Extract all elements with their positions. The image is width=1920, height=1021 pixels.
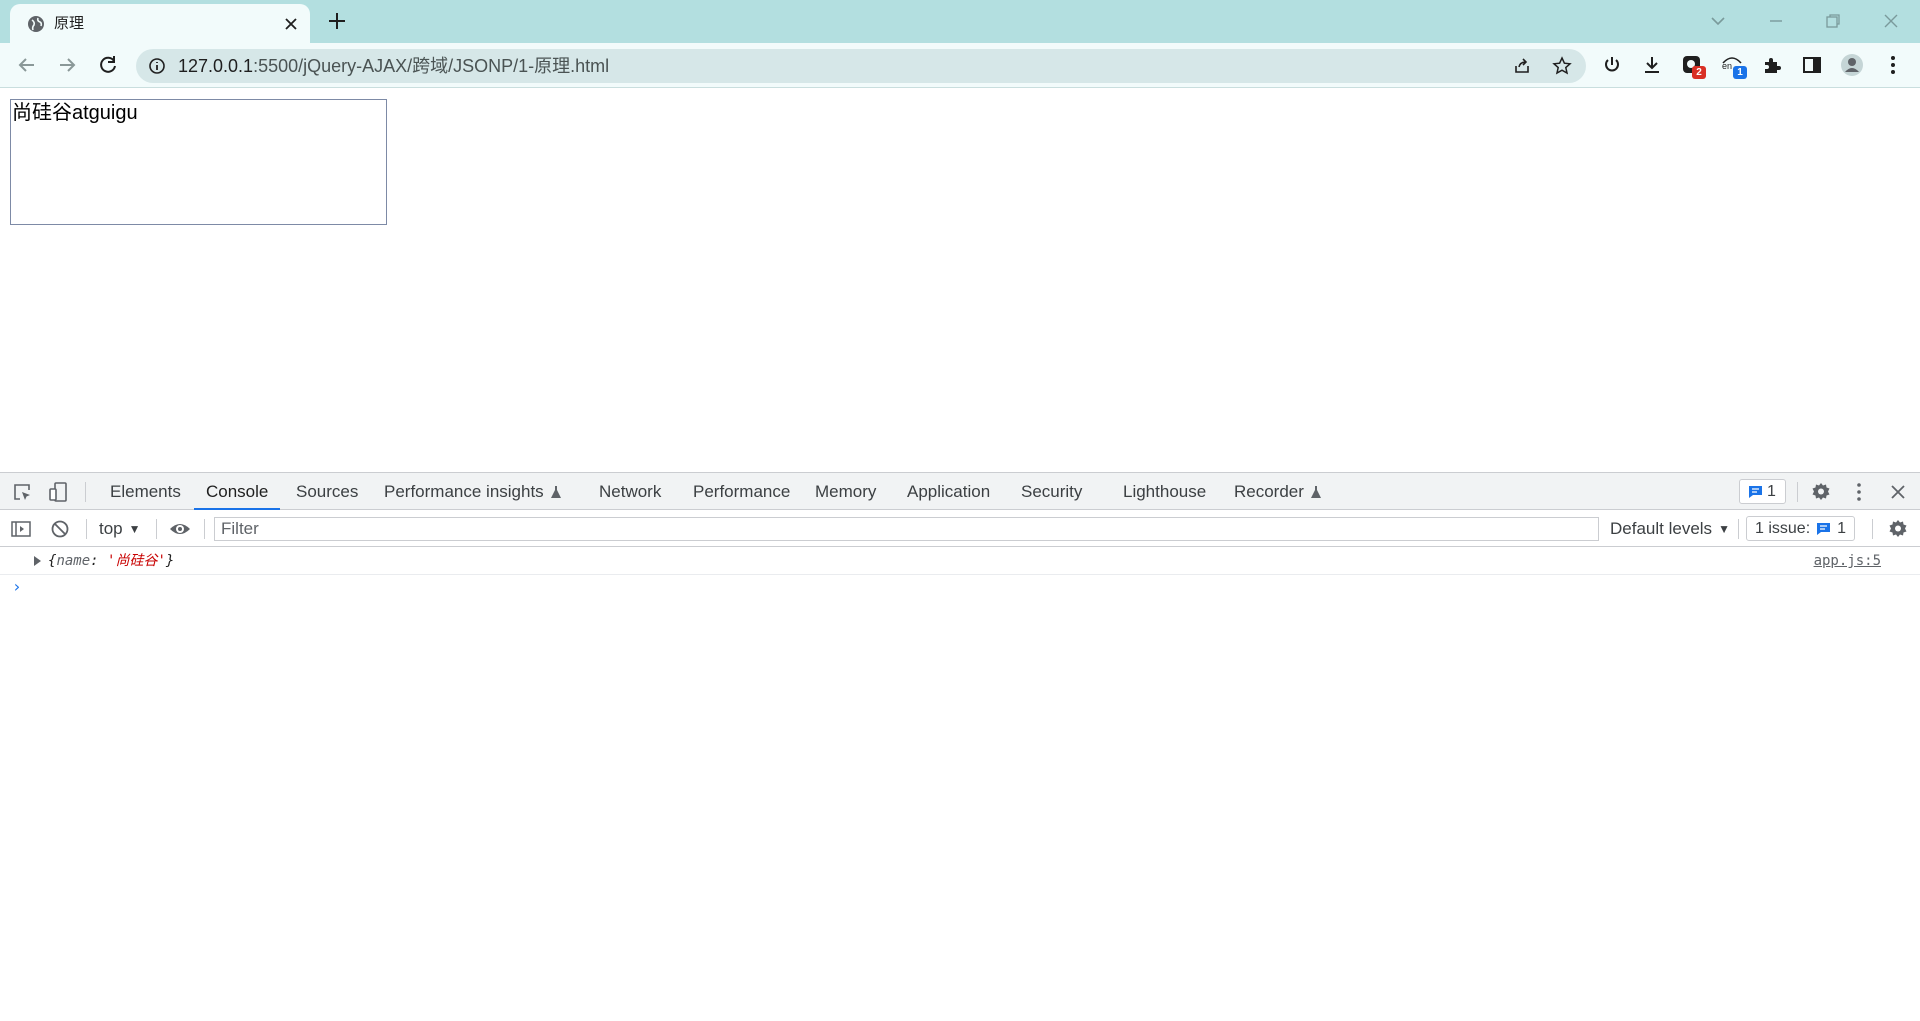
issues-button[interactable]: 1 issue: 1	[1746, 516, 1856, 541]
browser-menu-icon[interactable]	[1881, 53, 1905, 77]
side-panel-icon[interactable]	[1800, 53, 1824, 77]
tab-recorder[interactable]: Recorder	[1234, 473, 1322, 510]
devtools-tab-bar: Elements Console Sources Performance ins…	[0, 473, 1920, 510]
tab-security[interactable]: Security	[1021, 473, 1082, 510]
messages-counter-button[interactable]: 1	[1739, 479, 1786, 504]
url-host: 127.0.0.1	[178, 56, 254, 76]
result-text: 尚硅谷atguigu	[12, 102, 138, 124]
new-tab-button[interactable]	[326, 10, 348, 32]
console-toolbar: top ▼ Default levels ▼ 1 issue: 1	[0, 510, 1920, 547]
extension-2-button[interactable]: en 1	[1720, 53, 1747, 79]
browser-tab[interactable]: 原理	[10, 4, 310, 43]
key-separator: :	[90, 553, 108, 569]
tab-console[interactable]: Console	[193, 473, 281, 510]
url-path: :5500/jQuery-AJAX/跨域/JSONP/1-原理.html	[253, 56, 610, 76]
console-prompt[interactable]: ›	[12, 577, 22, 596]
forward-icon[interactable]	[55, 53, 79, 77]
tab-application[interactable]: Application	[907, 473, 990, 510]
message-icon	[1749, 486, 1762, 498]
context-selector[interactable]: top ▼	[99, 510, 141, 547]
show-sidebar-icon[interactable]	[10, 518, 32, 540]
tab-recorder-label: Recorder	[1234, 482, 1304, 501]
devtools-menu-icon[interactable]	[1848, 481, 1870, 503]
extension-1-badge: 2	[1692, 66, 1706, 79]
divider	[1738, 519, 1739, 539]
restore-icon[interactable]	[1821, 9, 1845, 33]
tab-performance-insights[interactable]: Performance insights	[384, 473, 562, 510]
console-output: {name: '尚硅谷'} app.js:5 ›	[0, 547, 1920, 1021]
extensions-puzzle-icon[interactable]	[1760, 53, 1784, 77]
inspect-element-icon[interactable]	[11, 481, 33, 503]
divider	[156, 519, 157, 539]
web-page-content: 尚硅谷atguigu	[0, 89, 1920, 472]
clear-console-icon[interactable]	[49, 518, 71, 540]
close-window-icon[interactable]	[1879, 9, 1903, 33]
divider	[85, 482, 86, 502]
log-levels-value: Default levels	[1610, 519, 1713, 538]
messages-count: 1	[1767, 483, 1776, 500]
context-value: top	[99, 519, 123, 538]
tab-search-icon[interactable]	[1706, 9, 1730, 33]
device-toolbar-icon[interactable]	[48, 481, 70, 503]
tab-title: 原理	[54, 15, 85, 32]
divider	[86, 519, 87, 539]
profile-avatar-icon[interactable]	[1840, 53, 1864, 77]
extension-1-button[interactable]: 2	[1680, 53, 1706, 79]
close-devtools-icon[interactable]	[1887, 481, 1909, 503]
back-icon[interactable]	[15, 53, 39, 77]
power-icon[interactable]	[1600, 53, 1624, 77]
dropdown-arrow-icon: ▼	[128, 522, 141, 536]
tab-memory[interactable]: Memory	[815, 473, 876, 510]
bookmark-star-icon[interactable]	[1552, 56, 1572, 76]
experiment-flask-icon	[550, 486, 561, 498]
address-bar[interactable]: 127.0.0.1:5500/jQuery-AJAX/跨域/JSONP/1-原理…	[136, 49, 1586, 83]
object-value: '尚硅谷'	[107, 553, 166, 569]
close-tab-icon[interactable]	[281, 14, 301, 34]
dropdown-arrow-icon: ▼	[1718, 522, 1730, 536]
source-link[interactable]: app.js:5	[1814, 552, 1881, 570]
expand-triangle-icon[interactable]	[34, 556, 41, 566]
logged-object[interactable]: {name: '尚硅谷'}	[48, 552, 174, 570]
site-info-icon[interactable]	[148, 57, 166, 75]
tab-lighthouse[interactable]: Lighthouse	[1123, 473, 1206, 510]
tab-network[interactable]: Network	[599, 473, 661, 510]
brace-close: }	[165, 553, 175, 569]
tab-strip: 原理	[0, 0, 1920, 43]
console-filter-input[interactable]	[214, 517, 1599, 541]
download-icon[interactable]	[1640, 53, 1664, 77]
divider	[1872, 519, 1873, 539]
console-settings-gear-icon[interactable]	[1887, 518, 1909, 540]
browser-toolbar: 127.0.0.1:5500/jQuery-AJAX/跨域/JSONP/1-原理…	[0, 43, 1920, 88]
console-log-row[interactable]: {name: '尚硅谷'} app.js:5	[0, 547, 1920, 575]
tab-sources[interactable]: Sources	[296, 473, 358, 510]
devtools-panel: Elements Console Sources Performance ins…	[0, 472, 1920, 1020]
experiment-flask-icon	[1310, 486, 1321, 498]
globe-icon	[28, 16, 44, 32]
reload-icon[interactable]	[96, 53, 120, 77]
result-box: 尚硅谷atguigu	[10, 99, 387, 225]
url-text[interactable]: 127.0.0.1:5500/jQuery-AJAX/跨域/JSONP/1-原理…	[178, 56, 609, 76]
message-icon	[1817, 522, 1831, 535]
share-icon[interactable]	[1512, 56, 1532, 76]
tab-performance[interactable]: Performance	[693, 473, 790, 510]
issues-count: 1	[1837, 520, 1847, 537]
divider	[204, 519, 205, 539]
live-expression-eye-icon[interactable]	[169, 518, 191, 540]
extension-2-label: en	[1722, 61, 1733, 71]
object-key: name	[56, 553, 91, 569]
extension-2-badge: 1	[1733, 66, 1747, 79]
tab-elements[interactable]: Elements	[110, 473, 181, 510]
issues-label: 1 issue:	[1755, 520, 1811, 537]
log-levels-dropdown[interactable]: Default levels ▼	[1610, 510, 1730, 547]
settings-gear-icon[interactable]	[1810, 481, 1832, 503]
tab-performance-insights-label: Performance insights	[384, 482, 544, 501]
minimize-icon[interactable]	[1764, 9, 1788, 33]
divider	[1797, 482, 1798, 502]
